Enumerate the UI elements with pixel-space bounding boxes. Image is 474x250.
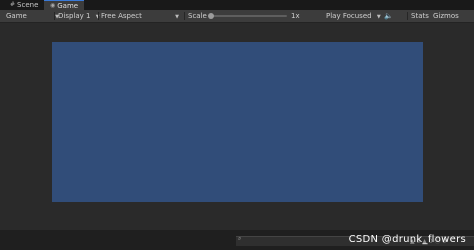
display-dropdown[interactable]: Display 1 ▼ — [58, 10, 100, 22]
aspect-dropdown[interactable]: Free Aspect ▼ — [101, 10, 179, 22]
toolbar-divider — [184, 12, 185, 20]
play-mode-dropdown[interactable]: Play Focused ▼ — [326, 10, 381, 22]
mute-audio-icon[interactable]: 🔈 — [384, 10, 393, 22]
tab-scene-label: Scene — [17, 1, 39, 9]
unity-game-window: # Scene ◉ Game Game ▼ Display 1 ▼ Free A… — [0, 0, 474, 250]
play-mode-label: Play Focused — [326, 12, 372, 20]
search-icon: ⌕ — [238, 235, 242, 242]
gamepad-icon: ◉ — [50, 1, 56, 9]
toolbar-divider — [54, 12, 55, 20]
gizmos-button[interactable]: Gizmos — [433, 10, 459, 22]
toolbar-divider — [98, 12, 99, 20]
bottom-bar: ⌕ ▲ 0 ▲ 0 ⓘ 0 CSDN @drunk_flowers — [0, 230, 474, 250]
view-mode-label: Game — [6, 12, 27, 20]
game-viewport[interactable] — [0, 23, 474, 230]
chevron-down-icon: ▼ — [376, 14, 381, 20]
window-tab-bar: # Scene ◉ Game — [0, 0, 474, 10]
camera-render-area — [52, 42, 423, 202]
scale-label: Scale — [188, 12, 207, 20]
toolbar-divider — [407, 12, 408, 20]
view-mode-dropdown[interactable]: Game ▼ — [6, 10, 59, 22]
tab-game-label: Game — [57, 1, 79, 10]
tab-scene[interactable]: # Scene — [4, 0, 44, 10]
aspect-label: Free Aspect — [101, 12, 142, 20]
scale-value: 1x — [291, 12, 300, 20]
scale-slider-handle[interactable] — [208, 13, 214, 19]
display-label: Display 1 — [58, 12, 91, 20]
game-toolbar: Game ▼ Display 1 ▼ Free Aspect ▼ Scale 1… — [0, 10, 474, 23]
grid-icon: # — [10, 1, 16, 8]
watermark-text: CSDN @drunk_flowers — [348, 234, 466, 245]
tab-game[interactable]: ◉ Game — [44, 0, 84, 10]
chevron-down-icon: ▼ — [175, 14, 179, 20]
stats-button[interactable]: Stats — [411, 10, 429, 22]
scale-slider-track[interactable] — [211, 15, 287, 17]
